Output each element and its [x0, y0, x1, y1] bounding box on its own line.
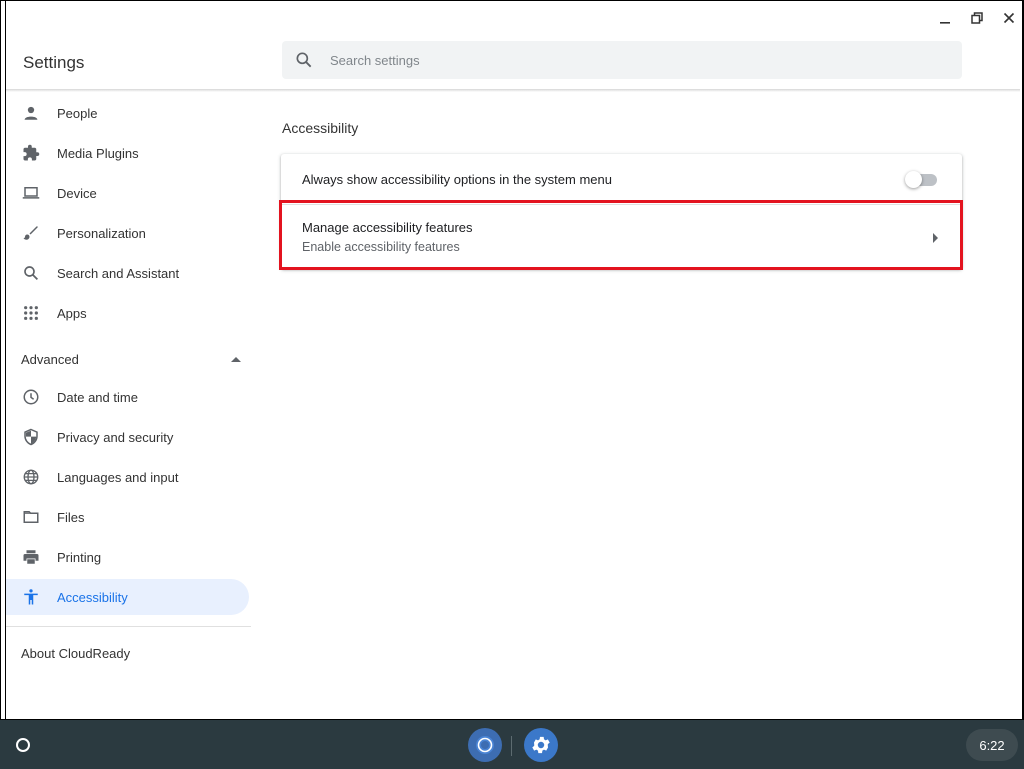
- chrome-icon[interactable]: [468, 728, 502, 762]
- sidebar-item-label: Search and Assistant: [57, 265, 180, 281]
- sidebar-item-files[interactable]: Files: [6, 499, 249, 535]
- sidebar-item-media-plugins[interactable]: Media Plugins: [6, 135, 249, 171]
- sidebar-item-personalization[interactable]: Personalization: [6, 215, 249, 251]
- advanced-toggle[interactable]: Advanced: [21, 347, 241, 371]
- launcher-button[interactable]: [8, 731, 38, 759]
- settings-gear-icon[interactable]: [524, 728, 558, 762]
- arrow-up-icon: [231, 357, 241, 362]
- manage-features-label: Manage accessibility features: [302, 220, 473, 235]
- minimize-icon[interactable]: [935, 9, 955, 27]
- browser-window: Settings People Media Plugins Device Per…: [0, 0, 1024, 768]
- page-title: Settings: [23, 53, 85, 72]
- sidebar-item-about[interactable]: About CloudReady: [21, 646, 130, 661]
- sidebar-item-label: Date and time: [57, 389, 138, 405]
- sidebar-item-label: Personalization: [57, 225, 146, 241]
- sidebar-item-apps[interactable]: Apps: [6, 295, 249, 331]
- arrow-right-icon: [933, 233, 938, 243]
- manage-accessibility-features-row[interactable]: Manage accessibility features Enable acc…: [281, 204, 962, 270]
- puzzle-icon: [20, 142, 42, 164]
- restore-icon[interactable]: [967, 9, 987, 27]
- header-divider: [6, 89, 1020, 92]
- person-icon: [20, 102, 42, 124]
- advanced-label: Advanced: [21, 351, 79, 367]
- section-title: Accessibility: [282, 120, 359, 136]
- always-show-options-toggle[interactable]: [905, 171, 939, 188]
- clock-icon: [20, 386, 42, 408]
- search-icon: [20, 262, 42, 284]
- sidebar-item-search-and-assistant[interactable]: Search and Assistant: [6, 255, 249, 291]
- search-icon: [296, 52, 312, 68]
- shelf-separator: [511, 736, 512, 756]
- settings-header: Settings: [6, 31, 1020, 89]
- folder-icon: [20, 506, 42, 528]
- apps-grid-icon: [20, 302, 42, 324]
- sidebar-item-date-and-time[interactable]: Date and time: [6, 379, 249, 415]
- sidebar-item-label: Media Plugins: [57, 145, 139, 161]
- sidebar-item-people[interactable]: People: [6, 95, 249, 131]
- sidebar-item-label: Accessibility: [57, 589, 128, 605]
- search-input[interactable]: [328, 51, 932, 69]
- sidebar-item-label: Languages and input: [57, 469, 179, 485]
- sidebar-item-label: Privacy and security: [57, 429, 174, 445]
- always-show-options-row: Always show accessibility options in the…: [281, 154, 962, 204]
- sidebar-item-label: Files: [57, 509, 85, 525]
- search-box[interactable]: [282, 41, 962, 79]
- manage-features-sublabel: Enable accessibility features: [302, 240, 460, 254]
- accessibility-icon: [20, 586, 42, 608]
- shelf: 6:22: [0, 719, 1024, 769]
- always-show-options-label: Always show accessibility options in the…: [302, 171, 612, 187]
- sidebar-item-device[interactable]: Device: [6, 175, 249, 211]
- sidebar-item-privacy-and-security[interactable]: Privacy and security: [6, 419, 249, 455]
- sidebar-item-accessibility[interactable]: Accessibility: [6, 579, 249, 615]
- sidebar: People Media Plugins Device Personalizat…: [6, 93, 251, 713]
- sidebar-item-label: People: [57, 105, 98, 121]
- close-icon[interactable]: [999, 9, 1019, 27]
- shield-icon: [20, 426, 42, 448]
- sidebar-item-languages-and-input[interactable]: Languages and input: [6, 459, 249, 495]
- printer-icon: [20, 546, 42, 568]
- sidebar-divider: [6, 626, 251, 627]
- accessibility-card: Always show accessibility options in the…: [281, 154, 962, 269]
- sidebar-item-printing[interactable]: Printing: [6, 539, 249, 575]
- globe-icon: [20, 466, 42, 488]
- sidebar-item-label: Device: [57, 185, 97, 201]
- sidebar-item-label: Apps: [57, 305, 87, 321]
- launcher-icon: [16, 738, 30, 752]
- brush-icon: [20, 222, 42, 244]
- sidebar-item-label: Printing: [57, 549, 102, 565]
- status-area-time[interactable]: 6:22: [966, 729, 1018, 761]
- laptop-icon: [20, 182, 42, 204]
- toggle-knob: [905, 171, 922, 188]
